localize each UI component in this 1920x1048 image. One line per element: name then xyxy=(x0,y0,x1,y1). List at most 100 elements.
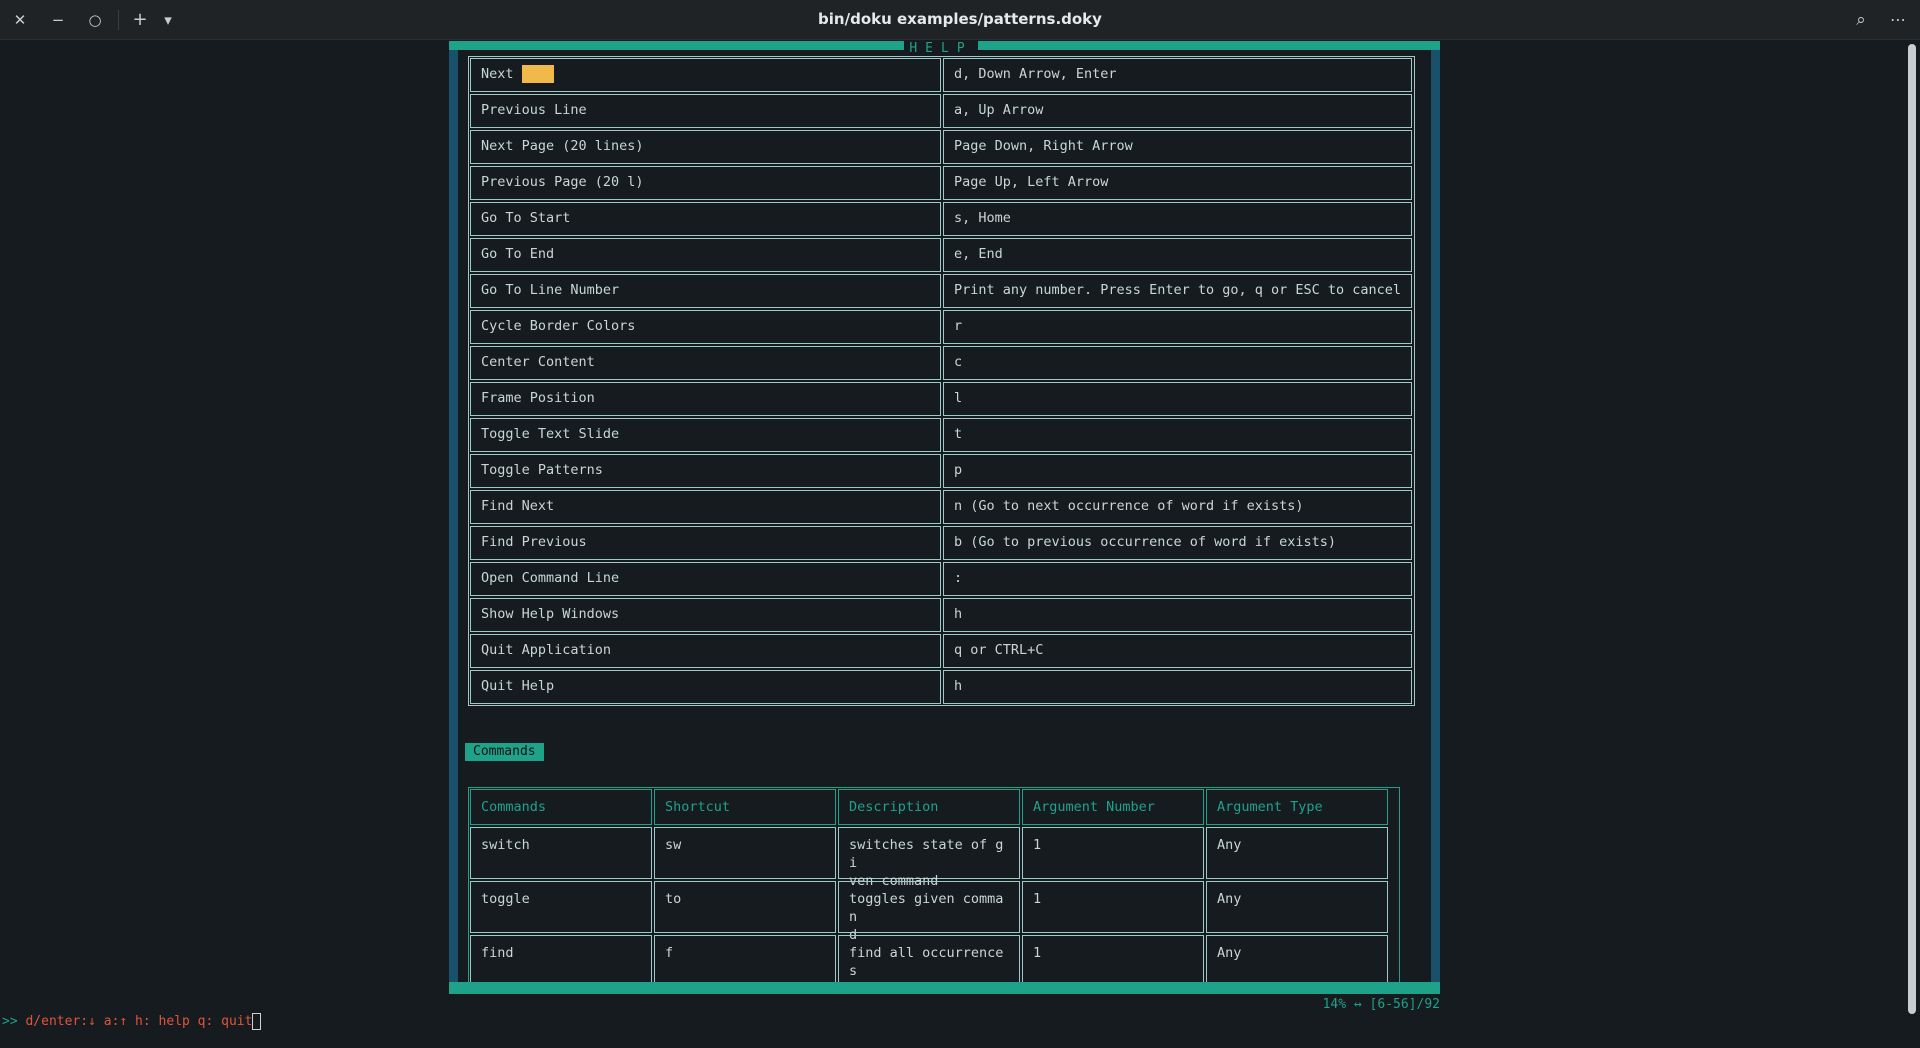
scroll-position: 14% ↔ [6-56]/92 xyxy=(1322,997,1440,1012)
help-row: Quit Application q or CTRL+C xyxy=(470,634,1413,668)
help-action-cell: Open Command Line xyxy=(470,562,941,596)
commands-header-row: Commands Shortcut Description Argument Numb… xyxy=(470,789,1398,825)
title-bar: ✕ − ○ + ▾ bin/doku examples/patterns.dok… xyxy=(0,0,1920,40)
help-action-cell: Quit Application xyxy=(470,634,941,668)
table-row: toggle to toggles given comman d 1 Any xyxy=(470,879,1398,943)
search-highlight xyxy=(521,65,554,83)
help-keys-cell: q or CTRL+C xyxy=(943,634,1412,668)
help-action-label: Go To End xyxy=(481,246,555,262)
help-action-label: Toggle Text Slide xyxy=(481,426,620,442)
help-action-label: Center Content xyxy=(481,354,595,370)
help-action-label: Next xyxy=(481,66,514,82)
help-row: Show Help Windows h xyxy=(470,598,1413,632)
help-keys-cell: l xyxy=(943,382,1412,416)
help-action-cell: Previous Page (20 l) xyxy=(470,166,941,200)
help-keys-cell: a, Up Arrow xyxy=(943,94,1412,128)
help-table: Next d, Down Arrow, Enter Previous Line a, … xyxy=(468,56,1415,706)
help-action-cell: Next xyxy=(470,58,941,92)
help-action-cell: Frame Position xyxy=(470,382,941,416)
help-keys-cell: Print any number. Press Enter to go, q o… xyxy=(943,274,1412,308)
help-keys-cell: Page Down, Right Arrow xyxy=(943,130,1412,164)
help-row: Previous Line a, Up Arrow xyxy=(470,94,1413,128)
help-action-label: Go To Line Number xyxy=(481,282,620,298)
column-header: Argument Number xyxy=(1022,789,1204,825)
help-row: Go To Line Number Print any number. Press… xyxy=(470,274,1413,308)
help-row: Center Content c xyxy=(470,346,1413,380)
help-action-label: Toggle Patterns xyxy=(481,462,603,478)
search-icon[interactable]: ⌕ xyxy=(1849,8,1873,32)
help-row: Frame Position l xyxy=(470,382,1413,416)
help-keys-cell: t xyxy=(943,418,1412,452)
window-title: bin/doku examples/patterns.doky xyxy=(818,10,1102,28)
help-row: Go To Start s, Home xyxy=(470,202,1413,236)
help-row: Previous Page (20 l) Page Up, Left Arrow xyxy=(470,166,1413,200)
help-row: Cycle Border Colors r xyxy=(470,310,1413,344)
help-action-label: Find Previous xyxy=(481,534,587,550)
help-keys-cell: r xyxy=(943,310,1412,344)
scrollbar[interactable] xyxy=(1908,44,1916,1014)
help-row: Next Page (20 lines) Page Down, Right Arr… xyxy=(470,130,1413,164)
table-cell: sw xyxy=(654,827,836,879)
help-keys-cell: h xyxy=(943,670,1412,704)
help-action-label: Previous Page (20 l) xyxy=(481,174,644,190)
table-cell: 1 xyxy=(1022,935,1204,982)
help-action-cell: Find Previous xyxy=(470,526,941,560)
help-action-cell: Center Content xyxy=(470,346,941,380)
table-cell: switch xyxy=(470,827,652,879)
frame-border-bottom xyxy=(449,982,1440,994)
commands-table: Commands Shortcut Description Argument Numb… xyxy=(468,787,1400,982)
table-cell: to xyxy=(654,881,836,933)
help-row: Find Previous b (Go to previous occurrenc… xyxy=(470,526,1413,560)
help-action-cell: Toggle Text Slide xyxy=(470,418,941,452)
table-cell: switches state of gi ven command xyxy=(838,827,1020,889)
help-row: Find Next n (Go to next occurrence of wor… xyxy=(470,490,1413,524)
help-keys-cell: c xyxy=(943,346,1412,380)
table-cell: find xyxy=(470,935,652,982)
text-cursor xyxy=(252,1013,262,1030)
frame-corner xyxy=(1431,41,1440,50)
table-cell: toggle xyxy=(470,881,652,933)
help-action-label: Show Help Windows xyxy=(481,606,620,622)
help-keys-cell: b (Go to previous occurrence of word if … xyxy=(943,526,1412,560)
help-keys-cell: d, Down Arrow, Enter xyxy=(943,58,1412,92)
table-cell: Any xyxy=(1206,935,1388,982)
table-row: findffind all occurrences of given text1… xyxy=(470,933,1398,982)
column-header: Commands xyxy=(470,789,652,825)
help-keys-cell: n (Go to next occurrence of word if exis… xyxy=(943,490,1412,524)
help-action-cell: Go To Start xyxy=(470,202,941,236)
help-action-cell: Quit Help xyxy=(470,670,941,704)
help-action-cell: Next Page (20 lines) xyxy=(470,130,941,164)
table-cell: Any xyxy=(1206,827,1388,879)
help-action-label: Quit Help xyxy=(481,678,555,694)
frame-border-left xyxy=(449,41,458,994)
table-row: switch sw switches state of gi ven command… xyxy=(470,825,1398,889)
help-keys-cell: s, Home xyxy=(943,202,1412,236)
frame-content: Next d, Down Arrow, Enter Previous Line a, … xyxy=(458,50,1431,982)
table-cell: toggles given comman d xyxy=(838,881,1020,943)
help-action-cell: Previous Line xyxy=(470,94,941,128)
prompt-hint: d/enter:↓ a:↑ h: help q: quit xyxy=(17,1014,253,1029)
table-cell: Any xyxy=(1206,881,1388,933)
help-action-label: Previous Line xyxy=(481,102,587,118)
help-action-cell: Find Next xyxy=(470,490,941,524)
help-action-cell: Go To End xyxy=(470,238,941,272)
prompt-arrow: >> xyxy=(2,1014,18,1029)
help-action-cell: Cycle Border Colors xyxy=(470,310,941,344)
help-action-label: Quit Application xyxy=(481,642,612,658)
help-action-cell: Show Help Windows xyxy=(470,598,941,632)
command-prompt[interactable]: >> d/enter:↓ a:↑ h: help q: quit xyxy=(2,1013,262,1031)
table-cell: f xyxy=(654,935,836,982)
help-action-label: Open Command Line xyxy=(481,570,620,586)
help-row: Open Command Line: xyxy=(470,562,1413,596)
help-row: Toggle Patterns p xyxy=(470,454,1413,488)
frame-border-right xyxy=(1431,41,1440,994)
help-row: Quit Help h xyxy=(470,670,1413,704)
menu-icon[interactable]: ⋯ xyxy=(1886,8,1910,32)
help-action-label: Frame Position xyxy=(481,390,595,406)
help-keys-cell: e, End xyxy=(943,238,1412,272)
table-cell: find all occurrences of given text xyxy=(838,935,1020,982)
help-row: Next d, Down Arrow, Enter xyxy=(470,58,1413,92)
help-row: Go To End e, End xyxy=(470,238,1413,272)
help-keys-cell: h xyxy=(943,598,1412,632)
help-keys-cell: : xyxy=(943,562,1412,596)
